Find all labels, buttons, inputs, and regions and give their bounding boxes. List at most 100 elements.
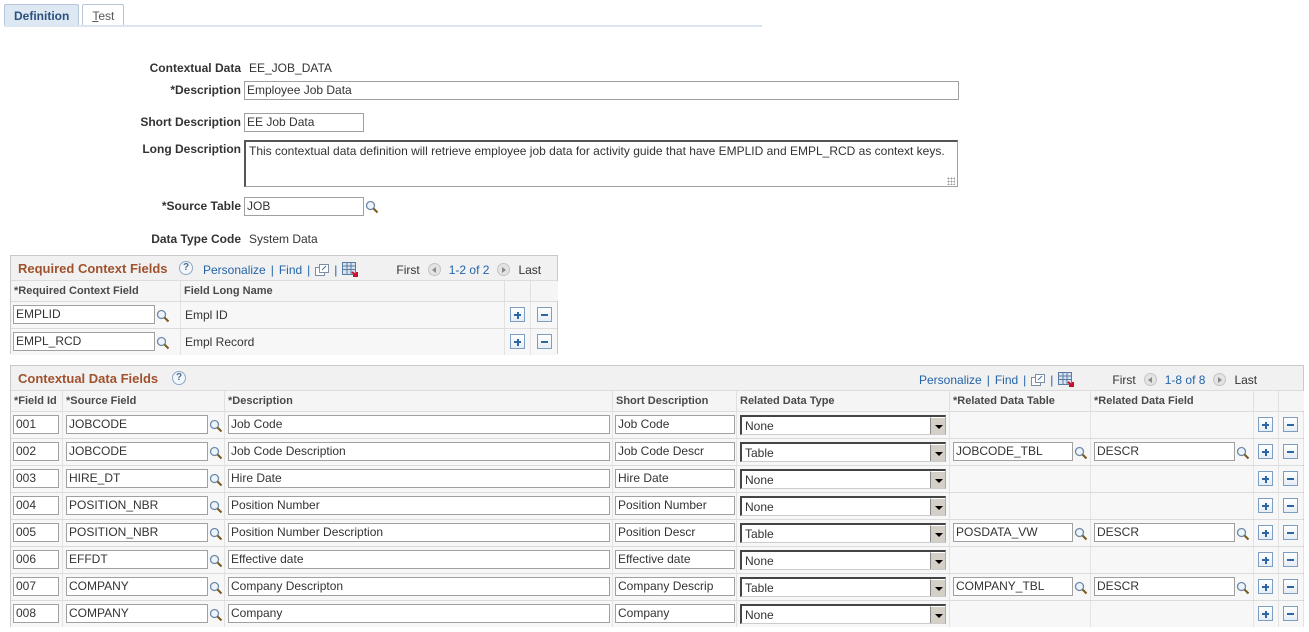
related-data-type-select[interactable]: Table bbox=[740, 442, 946, 462]
view-all-new-window-icon[interactable] bbox=[1031, 373, 1046, 386]
source-field-lookup-icon[interactable] bbox=[209, 527, 223, 541]
source-field-lookup-icon[interactable] bbox=[209, 446, 223, 460]
required-context-field-input[interactable]: EMPLID bbox=[13, 305, 155, 324]
source-table-lookup-icon[interactable] bbox=[365, 200, 379, 214]
add-row-button[interactable] bbox=[1258, 606, 1273, 621]
add-row-button[interactable] bbox=[1258, 579, 1273, 594]
short-description-input[interactable]: Company bbox=[615, 604, 735, 623]
related-data-field-input[interactable]: DESCR bbox=[1094, 442, 1235, 461]
delete-row-button[interactable] bbox=[537, 334, 552, 349]
source-field-lookup-icon[interactable] bbox=[209, 500, 223, 514]
short-description-input[interactable]: Effective date bbox=[615, 550, 735, 569]
source-field-input[interactable]: JOBCODE bbox=[66, 415, 208, 434]
source-field-input[interactable]: POSITION_NBR bbox=[66, 523, 208, 542]
chevron-down-icon[interactable] bbox=[930, 606, 945, 623]
related-data-type-select[interactable]: None bbox=[740, 469, 946, 489]
view-all-new-window-icon[interactable] bbox=[315, 263, 330, 276]
long-description-textarea[interactable]: This contextual data definition will ret… bbox=[244, 140, 958, 187]
short-description-input[interactable]: Job Code bbox=[615, 415, 735, 434]
related-data-table-lookup-icon[interactable] bbox=[1074, 581, 1088, 595]
description-input[interactable]: Position Number Description bbox=[228, 523, 610, 542]
previous-row-icon[interactable] bbox=[1143, 373, 1157, 386]
chevron-down-icon[interactable] bbox=[930, 417, 945, 434]
delete-row-button[interactable] bbox=[1283, 417, 1298, 432]
source-field-input[interactable]: EFFDT bbox=[66, 550, 208, 569]
tab-definition[interactable]: Definition bbox=[4, 4, 80, 26]
chevron-down-icon[interactable] bbox=[930, 498, 945, 515]
field-id-input[interactable]: 006 bbox=[13, 550, 59, 569]
short-description-input[interactable]: Company Descrip bbox=[615, 577, 735, 596]
related-data-type-select[interactable]: None bbox=[740, 415, 946, 435]
description-input[interactable]: Job Code bbox=[228, 415, 610, 434]
chevron-down-icon[interactable] bbox=[930, 444, 945, 461]
short-description-input[interactable]: Position Number bbox=[615, 496, 735, 515]
description-input[interactable]: Company bbox=[228, 604, 610, 623]
chevron-down-icon[interactable] bbox=[930, 552, 945, 569]
personalize-link[interactable]: Personalize bbox=[919, 373, 982, 387]
source-field-lookup-icon[interactable] bbox=[209, 608, 223, 622]
required-context-field-input[interactable]: EMPL_RCD bbox=[13, 332, 155, 351]
add-row-button[interactable] bbox=[1258, 444, 1273, 459]
source-field-input[interactable]: COMPANY bbox=[66, 604, 208, 623]
chevron-down-icon[interactable] bbox=[930, 525, 945, 542]
field-id-input[interactable]: 007 bbox=[13, 577, 59, 596]
source-field-input[interactable]: JOBCODE bbox=[66, 442, 208, 461]
next-row-icon[interactable] bbox=[497, 263, 511, 276]
download-to-excel-icon[interactable] bbox=[1058, 372, 1075, 387]
add-row-button[interactable] bbox=[510, 307, 525, 322]
delete-row-button[interactable] bbox=[1283, 498, 1298, 513]
description-input[interactable]: Hire Date bbox=[228, 469, 610, 488]
related-data-field-input[interactable]: DESCR bbox=[1094, 577, 1235, 596]
add-row-button[interactable] bbox=[1258, 417, 1273, 432]
field-id-input[interactable]: 005 bbox=[13, 523, 59, 542]
delete-row-button[interactable] bbox=[1283, 579, 1298, 594]
description-input[interactable]: Effective date bbox=[228, 550, 610, 569]
field-id-input[interactable]: 004 bbox=[13, 496, 59, 515]
previous-row-icon[interactable] bbox=[427, 263, 441, 276]
description-input[interactable]: Position Number bbox=[228, 496, 610, 515]
description-input[interactable]: Job Code Description bbox=[228, 442, 610, 461]
related-data-table-lookup-icon[interactable] bbox=[1074, 527, 1088, 541]
short-description-input[interactable]: Hire Date bbox=[615, 469, 735, 488]
source-field-lookup-icon[interactable] bbox=[209, 581, 223, 595]
source-field-input[interactable]: COMPANY bbox=[66, 577, 208, 596]
next-row-icon[interactable] bbox=[1213, 373, 1227, 386]
download-to-excel-icon[interactable] bbox=[342, 262, 359, 277]
related-data-type-select[interactable]: Table bbox=[740, 523, 946, 543]
find-link[interactable]: Find bbox=[279, 263, 302, 277]
related-data-table-input[interactable]: POSDATA_VW bbox=[953, 523, 1073, 542]
related-data-type-select[interactable]: None bbox=[740, 550, 946, 570]
source-field-lookup-icon[interactable] bbox=[209, 554, 223, 568]
delete-row-button[interactable] bbox=[1283, 606, 1298, 621]
delete-row-button[interactable] bbox=[537, 307, 552, 322]
field-id-input[interactable]: 002 bbox=[13, 442, 59, 461]
add-row-button[interactable] bbox=[1258, 471, 1273, 486]
chevron-down-icon[interactable] bbox=[930, 579, 945, 596]
source-table-input[interactable]: JOB bbox=[244, 197, 364, 216]
source-field-input[interactable]: POSITION_NBR bbox=[66, 496, 208, 515]
resize-handle[interactable] bbox=[947, 177, 955, 185]
field-id-input[interactable]: 008 bbox=[13, 604, 59, 623]
source-field-input[interactable]: HIRE_DT bbox=[66, 469, 208, 488]
help-icon[interactable]: ? bbox=[179, 261, 193, 275]
chevron-down-icon[interactable] bbox=[930, 471, 945, 488]
description-input[interactable]: Company Descripton bbox=[228, 577, 610, 596]
find-link[interactable]: Find bbox=[995, 373, 1018, 387]
related-data-table-input[interactable]: COMPANY_TBL bbox=[953, 577, 1073, 596]
lookup-icon[interactable] bbox=[156, 309, 170, 323]
delete-row-button[interactable] bbox=[1283, 471, 1298, 486]
short-description-input[interactable]: Position Descr bbox=[615, 523, 735, 542]
add-row-button[interactable] bbox=[510, 334, 525, 349]
description-input[interactable]: Employee Job Data bbox=[244, 81, 959, 100]
related-data-type-select[interactable]: None bbox=[740, 604, 946, 624]
related-data-field-input[interactable]: DESCR bbox=[1094, 523, 1235, 542]
personalize-link[interactable]: Personalize bbox=[203, 263, 266, 277]
add-row-button[interactable] bbox=[1258, 525, 1273, 540]
related-data-field-lookup-icon[interactable] bbox=[1236, 446, 1250, 460]
related-data-field-lookup-icon[interactable] bbox=[1236, 527, 1250, 541]
source-field-lookup-icon[interactable] bbox=[209, 419, 223, 433]
short-description-input[interactable]: Job Code Descr bbox=[615, 442, 735, 461]
delete-row-button[interactable] bbox=[1283, 552, 1298, 567]
related-data-table-lookup-icon[interactable] bbox=[1074, 446, 1088, 460]
delete-row-button[interactable] bbox=[1283, 525, 1298, 540]
